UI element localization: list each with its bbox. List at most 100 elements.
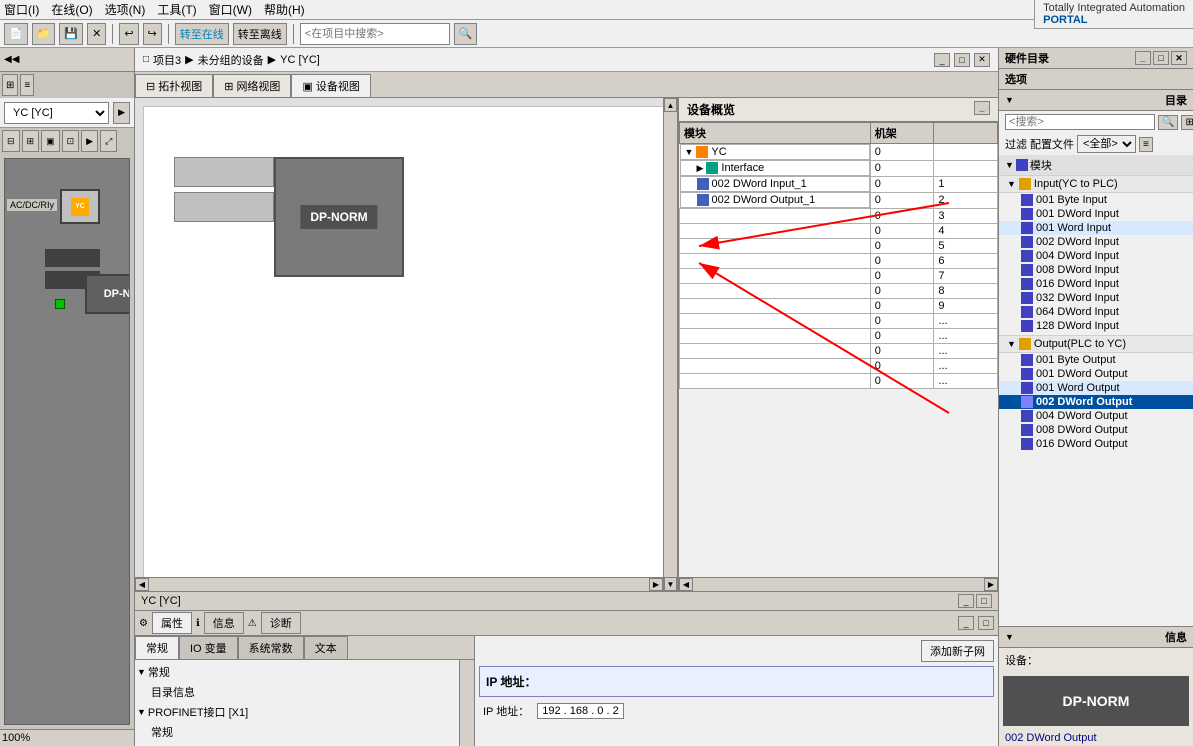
table-row[interactable]: 0... [680,344,998,359]
table-row[interactable]: ▼ YC 0 [680,144,998,161]
table-row[interactable]: 0... [680,359,998,374]
save-btn[interactable]: 💾 [59,23,83,45]
item-001-byte-output[interactable]: 001 Byte Output [999,353,1193,367]
cat-tree-btn[interactable]: ⊞ [1181,115,1193,130]
menu-item-window2[interactable]: 窗口(W) [209,1,252,18]
btn-dev[interactable]: ▣ [41,130,60,152]
close-win-btn[interactable]: ✕ [974,53,990,67]
prop-tree-scroll[interactable] [460,660,474,746]
table-row[interactable]: ▶ Interface 0 [680,160,998,176]
tab-prop[interactable]: 属性 [152,612,192,634]
item-004-dword-input[interactable]: 004 DWord Input [999,249,1193,263]
undo-btn[interactable]: ↩ [119,23,138,45]
tab-network[interactable]: ⊞ 网络视图 [213,74,291,97]
yc-min[interactable]: _ [958,594,974,608]
prop-min[interactable]: _ [958,616,974,630]
section-profinet[interactable]: ▼ PROFINET接口 [X1] [137,702,457,722]
table-row[interactable]: 0... [680,374,998,389]
nav-collapse-btn[interactable]: ◀◀ [4,54,19,65]
item-001-byte-input[interactable]: 001 Byte Input [999,193,1193,207]
btn-net[interactable]: ⊞ [22,130,40,152]
table-row[interactable]: 04 [680,224,998,239]
section-catalog[interactable]: 目录信息 [137,682,457,702]
tab-topology[interactable]: ⊟ 拓扑视图 [135,74,213,97]
item-016-dword-output[interactable]: 016 DWord Output [999,437,1193,451]
table-row[interactable]: 0... [680,329,998,344]
catalog-tree-content[interactable]: ▼ Input(YC to PLC) 001 Byte Input 001 DW… [999,176,1193,626]
info-section-header[interactable]: ▼ 信息 [999,627,1193,648]
overview-min[interactable]: _ [974,101,990,115]
menu-item-window[interactable]: 窗口(I) [4,1,39,18]
menu-item-options[interactable]: 选项(N) [105,1,146,18]
scroll-left-btn[interactable]: ◀ [135,578,149,591]
global-search[interactable] [300,23,450,45]
tab-io-vars[interactable]: IO 变量 [179,636,238,659]
table-row[interactable]: 06 [680,254,998,269]
table-row[interactable]: 0... [680,314,998,329]
redo-btn[interactable]: ↪ [143,23,162,45]
input-folder[interactable]: ▼ Input(YC to PLC) [999,176,1193,193]
table-row[interactable]: 05 [680,239,998,254]
item-001-word-input[interactable]: 001 Word Input [999,221,1193,235]
scroll-down-btn[interactable]: ▼ [664,577,677,591]
btn-topo[interactable]: ⊟ [2,130,20,152]
table-row[interactable]: 002 DWord Output_1 0 2 [680,192,998,209]
item-008-dword-input[interactable]: 008 DWord Input [999,263,1193,277]
nav-btn1[interactable]: ⊞ [2,74,18,96]
menu-item-tools[interactable]: 工具(T) [157,1,196,18]
search-btn[interactable]: 🔍 [454,23,478,45]
nav-btn2[interactable]: ≡ [20,74,34,96]
item-002-dword-input[interactable]: 002 DWord Input [999,235,1193,249]
item-001-word-output[interactable]: 001 Word Output [999,381,1193,395]
tab-info[interactable]: 信息 [204,612,244,634]
nav-forward[interactable]: ▶ [113,102,130,124]
ov-scroll-left[interactable]: ◀ [679,578,693,591]
catalog-search-input[interactable] [1005,114,1155,130]
table-row[interactable]: 03 [680,209,998,224]
item-128-dword-input[interactable]: 128 DWord Input [999,319,1193,333]
cat-max[interactable]: □ [1153,51,1169,65]
device-dropdown[interactable]: YC [YC] [4,102,109,124]
tab-general[interactable]: 常规 [135,636,179,659]
yc-expand[interactable]: ▼ [685,147,694,157]
tab-text[interactable]: 文本 [304,636,348,659]
tab-sys-const[interactable]: 系统常数 [238,636,304,659]
item-008-dword-output[interactable]: 008 DWord Output [999,423,1193,437]
filter-btn[interactable]: ≡ [1139,137,1153,152]
btn-expand[interactable]: ⤢ [100,130,117,152]
close-btn[interactable]: ✕ [87,23,106,45]
output-folder[interactable]: ▼ Output(PLC to YC) [999,335,1193,353]
scroll-right-btn[interactable]: ▶ [649,578,663,591]
open-btn[interactable]: 📁 [32,23,56,45]
go-online-btn[interactable]: 转至在线 [175,23,229,45]
item-001-dword-output[interactable]: 001 DWord Output [999,367,1193,381]
add-subnet-btn[interactable]: 添加新子网 [921,640,994,662]
table-row[interactable]: 07 [680,269,998,284]
tab-diag[interactable]: 诊断 [261,612,301,634]
menu-item-online[interactable]: 在线(O) [51,1,92,18]
menu-item-help[interactable]: 帮助(H) [264,1,305,18]
new-btn[interactable]: 📄 [4,23,28,45]
btn-nav-right[interactable]: ▶ [81,130,98,152]
table-row[interactable]: 002 DWord Input_1 0 1 [680,176,998,192]
filter-select[interactable]: <全部> [1077,135,1136,153]
options-section[interactable]: 选项 [999,69,1193,90]
cat-min[interactable]: _ [1135,51,1151,65]
cat-close[interactable]: ✕ [1171,51,1187,65]
section-general2[interactable]: 常规 [137,722,457,742]
tab-device[interactable]: ▣ 设备视图 [291,74,370,97]
table-row[interactable]: 09 [680,299,998,314]
maximize-btn[interactable]: □ [954,53,970,67]
go-offline-btn[interactable]: 转至离线 [233,23,287,45]
item-064-dword-input[interactable]: 064 DWord Input [999,305,1193,319]
section-eth-addr[interactable]: 以太网地址 [137,742,457,746]
iface-expand[interactable]: ▶ [697,163,704,174]
prop-max[interactable]: □ [978,616,994,630]
table-row[interactable]: 08 [680,284,998,299]
item-016-dword-input[interactable]: 016 DWord Input [999,277,1193,291]
cat-search-btn[interactable]: 🔍 [1158,115,1178,130]
ov-scroll-right[interactable]: ▶ [984,578,998,591]
overview-table-container[interactable]: 模块 机架 ▼ [679,122,998,577]
btn-io[interactable]: ⊡ [62,130,80,152]
catalog-section-header[interactable]: ▼ 目录 [999,90,1193,111]
